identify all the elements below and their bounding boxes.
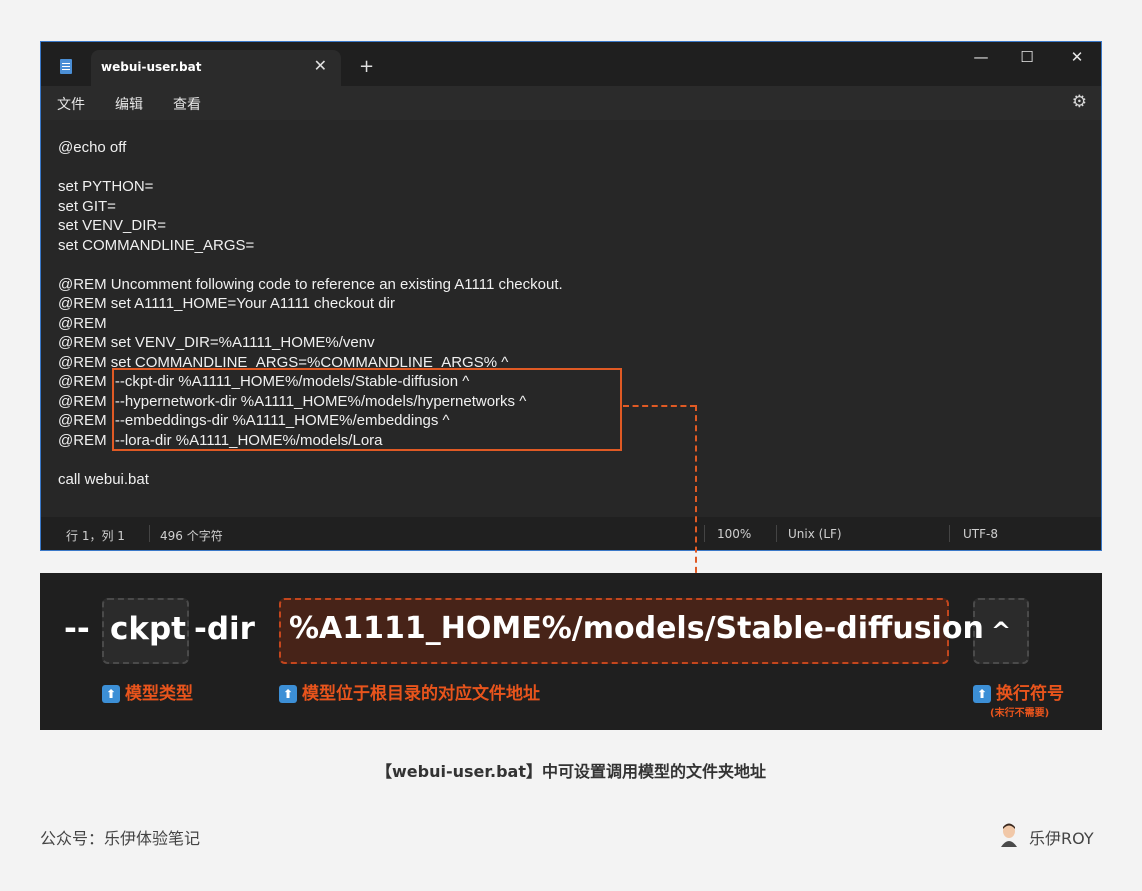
title-bar: webui-user.bat ✕ + — ☐ ✕ — [41, 42, 1101, 86]
dashes-text: -- — [64, 611, 90, 647]
status-divider — [149, 525, 150, 542]
tab-title: webui-user.bat — [101, 60, 202, 74]
status-bar: 行 1，列 1 496 个字符 100% Unix (LF) UTF-8 — [41, 517, 1101, 550]
connector-line — [623, 405, 696, 407]
connector-line — [695, 405, 697, 583]
text-editor[interactable]: @echo off set PYTHON= set GIT= set VENV_DIR… — [41, 120, 1101, 517]
menu-edit[interactable]: 编辑 — [115, 94, 143, 114]
status-divider — [776, 525, 777, 542]
code-line: @REM Uncomment following code to referen… — [58, 275, 563, 293]
code-line: call webui.bat — [58, 470, 149, 488]
new-tab-button[interactable]: + — [359, 56, 374, 77]
annotation-model-path: ⬆ 模型位于根目录的对应文件地址 — [279, 679, 540, 704]
arrow-up-icon: ⬆ — [279, 685, 297, 703]
tab-webui-user[interactable]: webui-user.bat ✕ — [91, 50, 341, 86]
code-line: @REM set VENV_DIR=%A1111_HOME%/venv — [58, 334, 375, 351]
dir-text: -dir — [194, 611, 255, 647]
maximize-button[interactable]: ☐ — [1007, 48, 1047, 66]
arrow-up-icon: ⬆ — [973, 685, 991, 703]
annotation-line-break-note: (末行不需要) — [990, 708, 1050, 719]
annotation-model-type-label: 模型类型 — [125, 684, 193, 704]
code-line: @echo off — [58, 139, 127, 156]
code-line: set COMMANDLINE_ARGS= — [58, 236, 255, 254]
close-window-button[interactable]: ✕ — [1057, 48, 1097, 66]
code-line: @REM — [58, 314, 107, 332]
tab-close-icon[interactable]: ✕ — [314, 56, 327, 75]
minimize-button[interactable]: — — [961, 48, 1001, 66]
figure-caption: 【webui-user.bat】中可设置调用模型的文件夹地址 — [376, 762, 766, 781]
code-line: @REM set A1111_HOME=Your A1111 checkout … — [58, 295, 395, 312]
code-line: set VENV_DIR= — [58, 217, 166, 234]
menu-view[interactable]: 查看 — [173, 94, 201, 114]
highlight-box — [112, 368, 622, 451]
annotation-model-type: ⬆ 模型类型 — [102, 679, 193, 704]
code-line: set PYTHON= — [58, 178, 154, 195]
ckpt-text: ckpt — [110, 611, 187, 647]
status-divider — [704, 525, 705, 542]
explanation-panel: -- ckpt -dir %A1111_HOME%/models/Stable-… — [40, 573, 1102, 730]
annotation-model-path-label: 模型位于根目录的对应文件地址 — [302, 684, 540, 704]
status-char-count: 496 个字符 — [160, 529, 223, 543]
arrow-up-icon: ⬆ — [102, 685, 120, 703]
menu-file[interactable]: 文件 — [57, 94, 85, 114]
footer-account-name: 公众号：乐伊体验笔记 — [40, 829, 201, 848]
caret-text: ^ — [991, 617, 1012, 645]
menu-bar: 文件 编辑 查看 ⚙ — [41, 86, 1101, 120]
settings-gear-icon[interactable]: ⚙ — [1072, 92, 1087, 112]
notepad-window: webui-user.bat ✕ + — ☐ ✕ 文件 编辑 查看 ⚙ @ech… — [40, 41, 1102, 551]
annotation-line-break: ⬆ 换行符号 — [973, 679, 1064, 704]
status-divider — [949, 525, 950, 542]
footer-author-name: 乐伊ROY — [1029, 829, 1094, 848]
file-icon — [60, 59, 72, 74]
path-text: %A1111_HOME%/models/Stable-diffusion — [289, 611, 984, 646]
status-position: 行 1，列 1 — [66, 529, 125, 543]
status-zoom[interactable]: 100% — [717, 527, 751, 541]
avatar — [1001, 823, 1017, 847]
annotation-line-break-label: 换行符号 — [996, 684, 1064, 704]
code-line: set GIT= — [58, 197, 116, 215]
status-encoding[interactable]: UTF-8 — [963, 527, 998, 541]
status-line-ending[interactable]: Unix (LF) — [788, 527, 842, 541]
